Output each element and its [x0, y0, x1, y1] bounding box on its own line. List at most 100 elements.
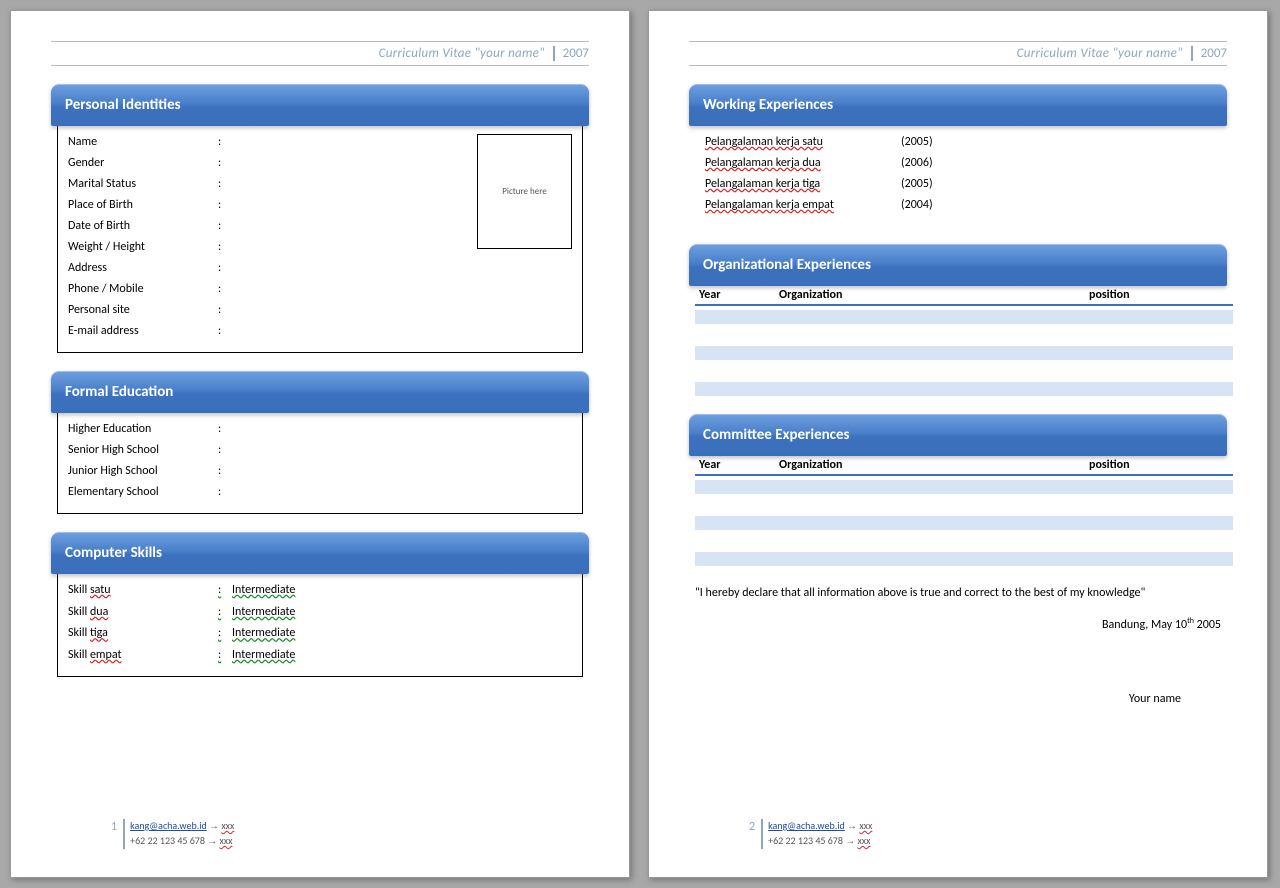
signature-name: Your name [695, 692, 1181, 706]
section-organizational-experiences-header: Organizational Experiences [689, 244, 1227, 286]
work-row: Pelangalaman kerja satu (2005) [705, 132, 1211, 153]
table-row [695, 534, 1233, 548]
header-title: Curriculum Vitae "your name" [1017, 46, 1183, 61]
work-year: (2004) [901, 195, 933, 216]
skill-row: Skill satu: Intermediate [68, 580, 572, 602]
footer-spellerr-1: xxx [859, 819, 872, 832]
document-page-2: Curriculum Vitae "your name" 2007 Workin… [648, 10, 1268, 878]
field-label: Personal site [68, 300, 218, 321]
table-row [695, 498, 1233, 512]
footer-spellerr-2: xxx [219, 834, 232, 847]
work-year: (2005) [901, 174, 933, 195]
table-row [695, 480, 1233, 494]
declaration-text: "I hereby declare that all information a… [695, 584, 1221, 602]
organizational-table: Year Organization position [695, 286, 1233, 396]
field-row: Senior High School: [68, 440, 572, 461]
work-row: Pelangalaman kerja dua(2006) [705, 153, 1211, 174]
skill-label: Skill dua [68, 602, 218, 624]
section-formal-education-header: Formal Education [51, 371, 589, 413]
table-header-row: Year Organization position [695, 456, 1233, 476]
signature-place-date: Bandung, May 10th 2005 [695, 616, 1221, 632]
colon: : [218, 580, 232, 602]
page-footer-1: 1 kang@acha.web.id → xxx +62 22 123 45 6… [111, 819, 234, 849]
col-position: position [1089, 288, 1229, 302]
table-row [695, 552, 1233, 566]
field-row: Elementary School: [68, 482, 572, 503]
table-row [695, 346, 1233, 360]
sign-date-sup: th [1187, 616, 1194, 626]
field-row: E-mail address: [68, 321, 572, 342]
header-title: Curriculum Vitae "your name" [379, 46, 545, 61]
colon: : [218, 623, 232, 645]
skill-label: Skill satu [68, 580, 218, 602]
colon: : [218, 174, 232, 195]
skill-value: Intermediate [232, 580, 295, 602]
section-working-experiences-body: Pelangalaman kerja satu(2005)Pelangalama… [695, 126, 1221, 226]
work-label: Pelangalaman kerja dua [705, 153, 885, 174]
field-row: Personal site: [68, 300, 572, 321]
table-row [695, 516, 1233, 530]
section-working-experiences-header: Working Experiences [689, 84, 1227, 126]
colon: : [218, 132, 232, 153]
field-label: Elementary School [68, 482, 218, 503]
field-row: Junior High School: [68, 461, 572, 482]
field-label: Date of Birth [68, 216, 218, 237]
field-label: Senior High School [68, 440, 218, 461]
colon: : [218, 321, 232, 342]
footer-email-link[interactable]: kang@acha.web.id [130, 819, 207, 832]
picture-label: Picture here [502, 186, 547, 197]
skill-value: Intermediate [232, 602, 295, 624]
work-row: Pelangalaman kerja tiga(2005) [705, 174, 1211, 195]
colon: : [218, 440, 232, 461]
section-formal-education-body: Higher Education:Senior High School:Juni… [57, 413, 583, 514]
field-label: Weight / Height [68, 237, 218, 258]
field-label: Name [68, 132, 218, 153]
colon: : [218, 195, 232, 216]
section-committee-experiences-header: Committee Experiences [689, 414, 1227, 456]
field-label: Address [68, 258, 218, 279]
colon: : [218, 482, 232, 503]
section-computer-skills-body: Skill satu: IntermediateSkill dua: Inter… [57, 574, 583, 677]
col-year: Year [699, 458, 779, 472]
section-computer-skills-header: Computer Skills [51, 532, 589, 574]
page-number: 2 [749, 820, 755, 834]
skill-label: Skill empat [68, 645, 218, 667]
section-personal-identities-body: Picture here Name:Gender:Marital Status:… [57, 126, 583, 353]
footer-spellerr-2: xxx [857, 834, 870, 847]
field-row: Higher Education: [68, 419, 572, 440]
skill-row: Skill empat: Intermediate [68, 645, 572, 667]
colon: : [218, 216, 232, 237]
arrow-icon: → [207, 836, 217, 847]
colon: : [218, 279, 232, 300]
work-year: (2005) [901, 132, 933, 153]
footer-phone: +62 22 123 45 678 [768, 834, 843, 847]
field-label: Gender [68, 153, 218, 174]
table-row [695, 328, 1233, 342]
work-label: Pelangalaman kerja satu [705, 132, 885, 153]
skill-label: Skill tiga [68, 623, 218, 645]
page-header: Curriculum Vitae "your name" 2007 [51, 41, 589, 66]
skill-value: Intermediate [232, 645, 295, 667]
footer-email-link[interactable]: kang@acha.web.id [768, 819, 845, 832]
field-label: Junior High School [68, 461, 218, 482]
page-footer-2: 2 kang@acha.web.id → xxx +62 22 123 45 6… [749, 819, 872, 849]
field-label: Place of Birth [68, 195, 218, 216]
footer-phone: +62 22 123 45 678 [130, 834, 205, 847]
colon: : [218, 461, 232, 482]
col-position: position [1089, 458, 1229, 472]
sign-date-pre: Bandung, May 10 [1102, 618, 1187, 632]
colon: : [218, 419, 232, 440]
col-year: Year [699, 288, 779, 302]
table-row [695, 310, 1233, 324]
page-header: Curriculum Vitae "your name" 2007 [689, 41, 1227, 66]
field-label: Higher Education [68, 419, 218, 440]
header-year: 2007 [1191, 46, 1227, 61]
field-label: E-mail address [68, 321, 218, 342]
arrow-icon: → [847, 821, 857, 832]
field-row: Phone / Mobile: [68, 279, 572, 300]
header-year: 2007 [553, 46, 589, 61]
arrow-icon: → [209, 821, 219, 832]
colon: : [218, 645, 232, 667]
skill-row: Skill dua: Intermediate [68, 602, 572, 624]
table-row [695, 364, 1233, 378]
